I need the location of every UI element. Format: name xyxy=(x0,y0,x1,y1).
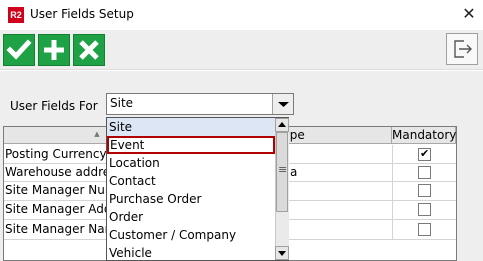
dropdown-option-location[interactable]: Location xyxy=(107,154,275,172)
add-button[interactable] xyxy=(38,34,70,66)
mandatory-checkbox[interactable] xyxy=(418,166,431,179)
scroll-down-button[interactable] xyxy=(275,246,289,260)
scrollbar-thumb[interactable]: ≡ xyxy=(276,132,288,212)
scroll-up-button[interactable] xyxy=(275,118,289,132)
dropdown-option-vehicle[interactable]: Vehicle xyxy=(107,244,275,261)
dropdown-option-site[interactable]: Site xyxy=(107,118,275,136)
dropdown-option-contact[interactable]: Contact xyxy=(107,172,275,190)
dropdown-option-purchase-order[interactable]: Purchase Order xyxy=(107,190,275,208)
exit-icon xyxy=(454,40,472,58)
chevron-down-icon xyxy=(278,251,286,256)
save-button[interactable] xyxy=(3,34,35,66)
user-fields-for-select[interactable] xyxy=(106,93,294,115)
delete-button[interactable] xyxy=(73,34,105,66)
exit-button[interactable] xyxy=(446,33,478,65)
dropdown-option-customer-company[interactable]: Customer / Company xyxy=(107,226,275,244)
mandatory-checkbox[interactable] xyxy=(418,203,431,216)
combo-arrow-button[interactable] xyxy=(272,94,293,114)
mandatory-checkbox[interactable] xyxy=(418,184,431,197)
check-icon xyxy=(6,39,32,60)
grip-icon: ≡ xyxy=(278,163,288,176)
column-header-mandatory[interactable]: Mandatory xyxy=(392,127,456,144)
column-divider xyxy=(392,145,393,240)
window-title: User Fields Setup xyxy=(30,7,134,21)
mandatory-checkbox[interactable] xyxy=(418,147,431,161)
chevron-down-icon xyxy=(278,102,289,107)
x-icon xyxy=(79,40,99,60)
close-icon[interactable]: ✕ xyxy=(460,4,478,24)
sort-indicator-icon: ▲ xyxy=(94,130,100,138)
app-logo-icon: R2 xyxy=(8,7,24,23)
table-row-type[interactable]: a xyxy=(290,164,390,181)
plus-icon xyxy=(44,40,64,60)
mandatory-checkbox[interactable] xyxy=(418,223,431,236)
user-fields-for-value: Site xyxy=(110,96,134,110)
chevron-up-icon xyxy=(278,122,286,127)
dropdown-option-order[interactable]: Order xyxy=(107,208,275,226)
user-fields-for-label: User Fields For xyxy=(10,99,98,113)
dropdown-option-event[interactable]: Event xyxy=(107,136,275,154)
